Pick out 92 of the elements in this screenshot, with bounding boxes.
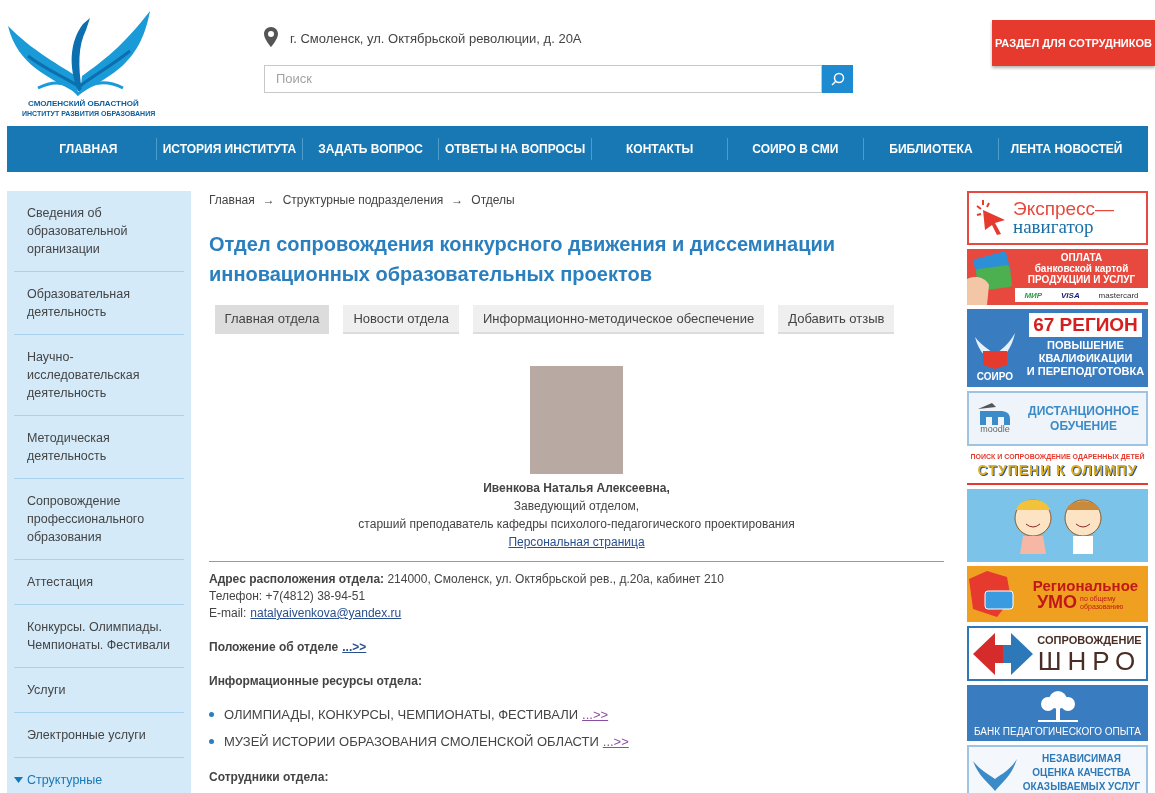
banner-text: 67 РЕГИОН xyxy=(1029,313,1142,337)
address-paragraph: Адрес расположения отдела: 214000, Смоленск, ул. Октябрьской рев., д.20а, кабинет 210 xyxy=(209,571,724,588)
banner-text: moodle xyxy=(980,425,1010,434)
region-banner[interactable]: СОИРО 67 РЕГИОН ПОВЫШЕНИЕ КВАЛИФИКАЦИИ И ПЕРЕПОДГОТОВКА xyxy=(967,309,1148,387)
sidebar-item[interactable]: Электронные услуги xyxy=(14,713,184,758)
shnro-banner[interactable]: СОПРОВОЖДЕНИЕ ШНРО xyxy=(967,626,1148,681)
phone-text: Телефон: +7(4812) 38-94-51 xyxy=(209,588,366,605)
distance-learning-banner[interactable]: moodle ДИСТАНЦИОННОЕ ОБУЧЕНИЕ xyxy=(967,391,1148,446)
breadcrumb-link[interactable]: Структурные подразделения xyxy=(282,191,444,209)
banner-text: СОПРОВОЖДЕНИЕ xyxy=(1037,632,1142,647)
banner-text: ОБУЧЕНИЕ xyxy=(1050,418,1117,434)
sidebar-item[interactable]: Методическая деятельность xyxy=(14,416,184,479)
breadcrumb-link[interactable]: Отделы xyxy=(471,191,515,209)
search-button[interactable] xyxy=(822,64,853,93)
bullet-icon xyxy=(209,712,214,717)
email-label: E-mail: xyxy=(209,605,247,622)
banner-text: навигатор xyxy=(1013,218,1094,236)
email-link[interactable]: natalyaivenkova@yandex.ru xyxy=(250,605,402,622)
banner-text: КВАЛИФИКАЦИИ xyxy=(1038,352,1133,365)
banner-text: СОИРО xyxy=(976,370,1014,384)
banner-text: ШНРО xyxy=(1037,646,1142,675)
person-name: Ивенкова Наталья Алексеевна, xyxy=(483,480,670,497)
nav-link[interactable]: ЗАДАТЬ ВОПРОС xyxy=(303,140,438,158)
personal-page-link[interactable]: Персональная страница xyxy=(508,533,645,551)
banner-text: СТУПЕНИ К ОЛИМПУ xyxy=(977,461,1138,479)
sidebar-item[interactable]: Услуги xyxy=(14,668,184,713)
person-position: Заведующий отделом, xyxy=(513,498,640,515)
banner-text: Экспресс— xyxy=(1013,200,1115,218)
regulation-label: Положение об отделе xyxy=(209,639,339,656)
banner-text: ОЦЕНКА КАЧЕСТВА xyxy=(1032,766,1131,780)
payment-banner[interactable]: ОПЛАТА банковской картой ПРОДУКЦИИ И УСЛУГ МИР VISA mastercard xyxy=(967,249,1148,305)
banner-text: ПОВЫШЕНИЕ xyxy=(1047,339,1124,352)
sidebar-item[interactable]: Образовательная деятельность xyxy=(14,272,184,335)
bullet-icon xyxy=(209,739,214,744)
location-pin-icon xyxy=(264,26,278,47)
resource-text: ОЛИМПИАДЫ, КОНКУРСЫ, ЧЕМПИОНАТЫ, ФЕСТИВАЛИ xyxy=(224,706,579,723)
tab[interactable]: Новости отдела xyxy=(343,305,459,334)
payment-logo: mastercard xyxy=(1098,289,1139,301)
nav-link[interactable]: ГЛАВНАЯ xyxy=(21,140,156,158)
sidebar-item[interactable]: Научно-исследовательская деятельность xyxy=(14,335,184,416)
sidebar-item[interactable]: Конкурсы. Олимпиады. Чемпионаты. Фестивали xyxy=(14,605,184,668)
sidebar-item[interactable]: Структурные xyxy=(14,758,184,793)
bank-cards-icon xyxy=(967,249,1015,305)
logo-title: СМОЛЕНСКИЙ ОБЛАСТНОЙ xyxy=(28,99,139,109)
tab[interactable]: Главная отдела xyxy=(214,305,330,334)
payment-logo: VISA xyxy=(1061,289,1080,301)
payment-logo: МИР xyxy=(1024,289,1043,301)
moodle-logo-icon xyxy=(978,403,1012,425)
search-field[interactable]: Поиск xyxy=(264,64,822,93)
teaching-experience-bank-banner[interactable]: БАНК ПЕДАГОГИЧЕСКОГО ОПЫТА xyxy=(967,685,1148,741)
nav-link[interactable]: ОТВЕТЫ НА ВОПРОСЫ xyxy=(438,140,592,158)
sidebar-item[interactable]: Сопровождение профессионального образования xyxy=(14,479,184,560)
breadcrumb-separator: → xyxy=(451,192,464,209)
cursor-icon xyxy=(975,200,1007,236)
address-text: г. Смоленск, ул. Октябрьской революции, д. 20А xyxy=(290,30,582,48)
banner-text: ПРОДУКЦИИ И УСЛУГ xyxy=(1027,274,1136,285)
arrows-icon xyxy=(973,630,1033,677)
banner-text: ДИСТАНЦИОННОЕ xyxy=(1028,403,1139,419)
express-navigator-banner[interactable]: Экспресс— навигатор xyxy=(967,191,1148,245)
banner-text: ОКАЗЫВАЕМЫХ УСЛУГ xyxy=(1022,780,1141,793)
banner-text: НЕЗАВИСИМАЯ xyxy=(1042,752,1121,766)
staff-heading: Сотрудники отдела: xyxy=(209,769,329,786)
banner-text: БАНК ПЕДАГОГИЧЕСКОГО ОПЫТА xyxy=(973,725,1142,739)
nav-link[interactable]: КОНТАКТЫ xyxy=(592,140,727,158)
tree-icon xyxy=(1037,690,1078,722)
resource-text: МУЗЕЙ ИСТОРИИ ОБРАЗОВАНИЯ СМОЛЕНСКОЙ ОБЛАСТИ xyxy=(224,733,599,750)
sidebar-item[interactable]: Сведения об образовательной организации xyxy=(14,191,184,272)
breadcrumb-link[interactable]: Главная xyxy=(209,191,255,209)
breadcrumb-separator: → xyxy=(262,192,275,209)
banner-text: банковской картой xyxy=(1034,263,1129,274)
nav-link[interactable]: ИСТОРИЯ ИНСТИТУТА xyxy=(156,140,303,158)
banner-text: Региональное xyxy=(1032,577,1139,594)
person-title: старший преподаватель кафедры психолого-педагогического проектирования xyxy=(358,516,795,533)
banner-text: ОПЛАТА xyxy=(1060,252,1103,263)
resources-heading: Информационные ресурсы отдела: xyxy=(209,673,422,690)
nav-link[interactable]: СОИРО В СМИ xyxy=(727,140,863,158)
resource-link[interactable]: ...>> xyxy=(582,706,609,723)
banner-text: УМО xyxy=(1036,594,1078,611)
quality-assessment-banner[interactable]: НЕЗАВИСИМАЯ ОЦЕНКА КАЧЕСТВА ОКАЗЫВАЕМЫХ УСЛУГ xyxy=(967,745,1148,793)
nav-link[interactable]: ЛЕНТА НОВОСТЕЙ xyxy=(999,140,1134,158)
caret-icon xyxy=(14,777,23,783)
nav-link[interactable]: БИБЛИОТЕКА xyxy=(863,140,999,158)
page-title: Отдел сопровождения конкурсного движения и диссеминации инновационных образовательных проектов xyxy=(209,232,837,287)
banner-text: И ПЕРЕПОДГОТОВКА xyxy=(1026,365,1145,378)
tab[interactable]: Добавить отзыв xyxy=(778,305,895,334)
sidebar-item[interactable]: Аттестация xyxy=(14,560,184,605)
search-icon xyxy=(830,71,845,86)
tab[interactable]: Информационно-методическое обеспечение xyxy=(473,305,765,334)
kids-picture[interactable] xyxy=(967,489,1148,562)
regulation-link[interactable]: ...>> xyxy=(342,639,367,656)
resource-link[interactable]: ...>> xyxy=(602,733,629,750)
staff-section-button[interactable]: РАЗДЕЛ ДЛЯ СОТРУДНИКОВ xyxy=(992,20,1155,66)
